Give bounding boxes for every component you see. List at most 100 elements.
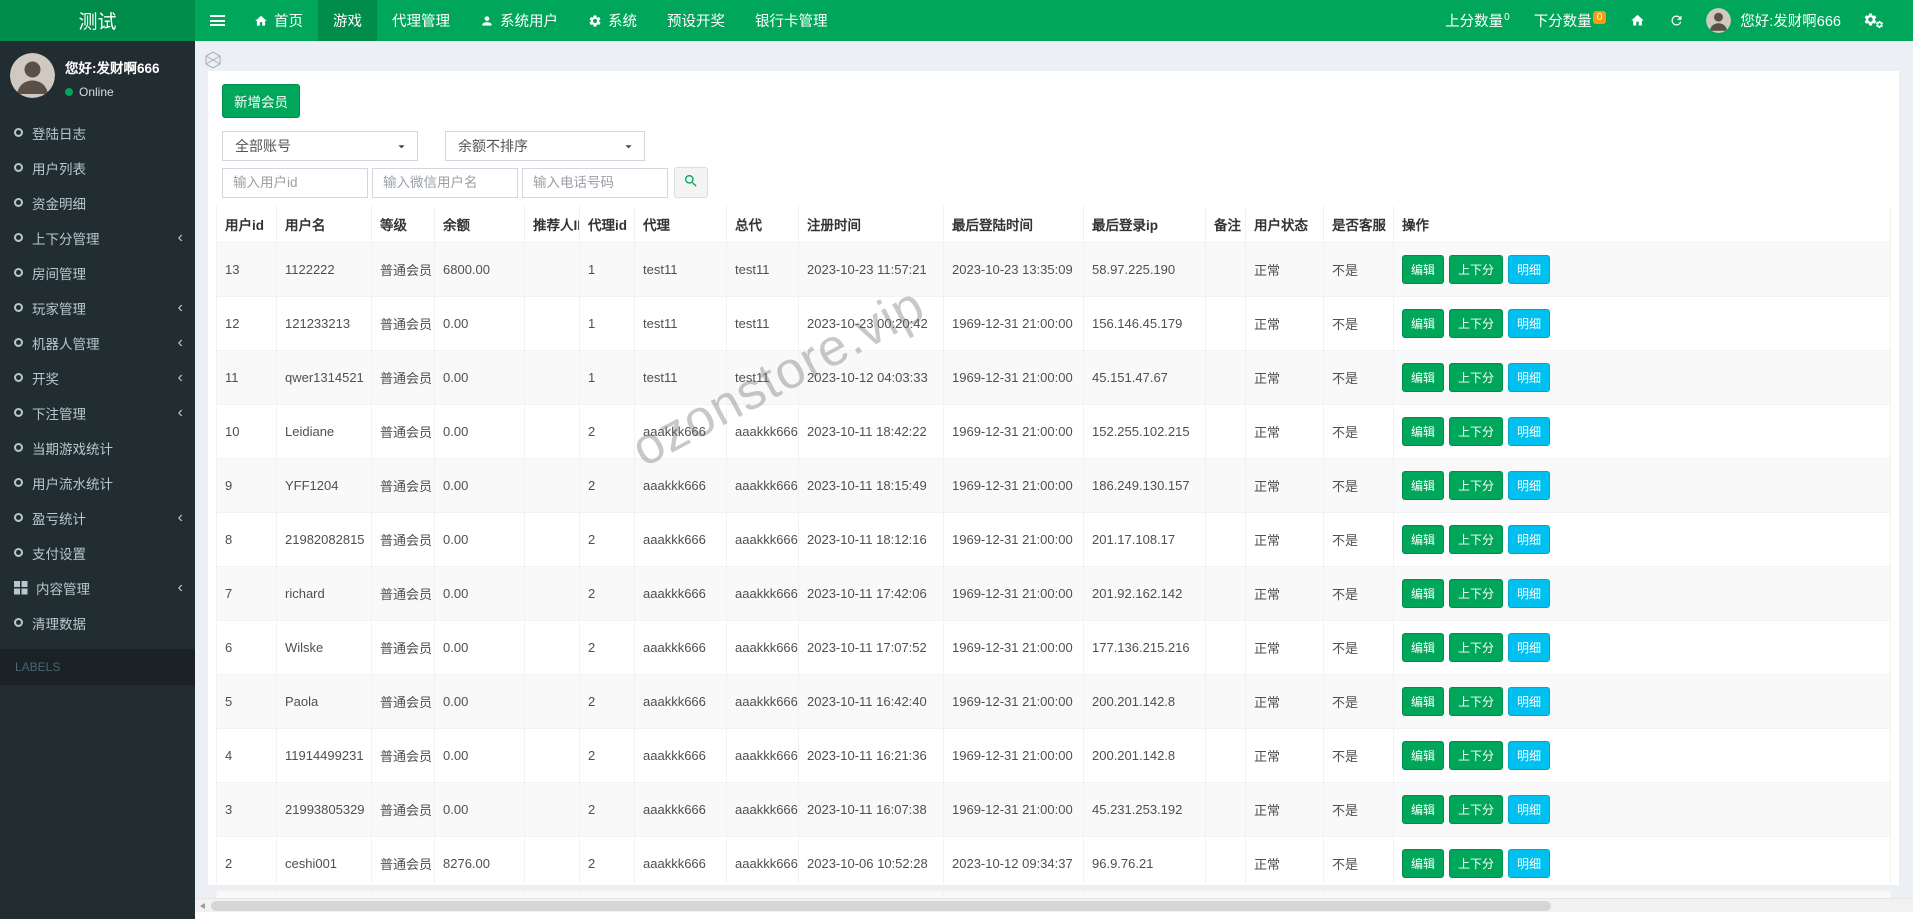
edit-button[interactable]: 编辑 <box>1402 255 1445 284</box>
sidebar-item-room-manage[interactable]: 房间管理 <box>0 255 195 290</box>
sidebar-item-label: 开奖 <box>32 371 59 387</box>
updown-button[interactable]: 上下分 <box>1449 417 1504 446</box>
content-area: 新增会员 全部账号 余额不排序 用户id用户名等级余额推荐人ID代理id代理总代… <box>195 41 1913 919</box>
nav-item-system-users[interactable]: 系统用户 <box>465 0 573 41</box>
settings-button[interactable]: >> <box>1852 12 1895 29</box>
detail-button[interactable]: 明细 <box>1508 795 1551 824</box>
edit-button[interactable]: 编辑 <box>1402 687 1445 716</box>
updown-button[interactable]: 上下分 <box>1449 309 1504 338</box>
sidebar-item-user-flow-stats[interactable]: 用户流水统计 <box>0 465 195 500</box>
cell-username: 121233213 <box>276 296 372 351</box>
circle-icon <box>14 408 23 417</box>
add-member-button[interactable]: 新增会员 <box>222 84 300 118</box>
current-user-menu[interactable]: 您好:发财啊666 <box>1697 8 1850 33</box>
account-filter-select[interactable]: 全部账号 <box>222 131 418 161</box>
nav-item-agent-manage[interactable]: 代理管理 <box>377 0 465 41</box>
updown-button[interactable]: 上下分 <box>1449 741 1504 770</box>
detail-button[interactable]: 明细 <box>1508 579 1551 608</box>
updown-button[interactable]: 上下分 <box>1449 255 1504 284</box>
search-row <box>222 167 1891 198</box>
sidebar-item-fund-detail[interactable]: 资金明细 <box>0 185 195 220</box>
search-button[interactable] <box>674 167 708 198</box>
updown-button[interactable]: 上下分 <box>1449 579 1504 608</box>
cell-reg-time: 2023-10-23 11:57:21 <box>798 242 944 297</box>
nav-item-system[interactable]: 系统 <box>573 0 652 41</box>
horizontal-scrollbar[interactable] <box>195 898 1913 912</box>
cell-last-login: 2023-10-23 13:35:09 <box>943 242 1084 297</box>
detail-button[interactable]: 明细 <box>1508 633 1551 662</box>
cell-level: 普通会员 <box>371 242 435 297</box>
cell-balance: 0.00 <box>434 350 525 405</box>
detail-button[interactable]: 明细 <box>1508 525 1551 554</box>
edit-button[interactable]: 编辑 <box>1402 471 1445 500</box>
edit-button[interactable]: 编辑 <box>1402 633 1445 662</box>
edit-button[interactable]: 编辑 <box>1402 579 1445 608</box>
detail-button[interactable]: 明细 <box>1508 849 1551 878</box>
cell-last-ip: 177.136.215.216 <box>1083 620 1206 675</box>
cell-note <box>1205 242 1246 297</box>
sidebar-item-player-manage[interactable]: 玩家管理 ‹ <box>0 290 195 325</box>
cell-status: 正常 <box>1245 296 1324 351</box>
edit-button[interactable]: 编辑 <box>1402 363 1445 392</box>
detail-button[interactable]: 明细 <box>1508 363 1551 392</box>
edit-button[interactable]: 编辑 <box>1402 309 1445 338</box>
sidebar-item-updown-manage[interactable]: 上下分管理 ‹ <box>0 220 195 255</box>
wechat-name-input[interactable] <box>372 167 518 198</box>
cell-agent-id: 2 <box>579 728 635 783</box>
updown-button[interactable]: 上下分 <box>1449 471 1504 500</box>
updown-button[interactable]: 上下分 <box>1449 849 1504 878</box>
balance-sort-select[interactable]: 余额不排序 <box>445 131 645 161</box>
cell-last-login: 1969-12-31 21:00:00 <box>943 728 1084 783</box>
sidebar-item-current-game-stats[interactable]: 当期游戏统计 <box>0 430 195 465</box>
scrollbar-thumb[interactable] <box>211 901 1552 911</box>
table-row: 7 richard 普通会员 0.00 2 aaakkk666 aaakkk666 2023-… <box>216 566 1891 621</box>
column-header: 用户名 <box>276 206 372 243</box>
nav-item-games[interactable]: 游戏 <box>318 0 377 41</box>
detail-button[interactable]: 明细 <box>1508 687 1551 716</box>
nav-item-preset-lottery[interactable]: 预设开奖 <box>652 0 740 41</box>
updown-button[interactable]: 上下分 <box>1449 525 1504 554</box>
phone-input[interactable] <box>522 167 668 198</box>
column-header: 推荐人ID <box>524 206 580 243</box>
column-header: 等级 <box>371 206 435 243</box>
sidebar-item-login-log[interactable]: 登陆日志 <box>0 115 195 150</box>
edit-button[interactable]: 编辑 <box>1402 795 1445 824</box>
sidebar-item-payment-settings[interactable]: 支付设置 <box>0 535 195 570</box>
edit-button[interactable]: 编辑 <box>1402 525 1445 554</box>
edit-button[interactable]: 编辑 <box>1402 849 1445 878</box>
cell-note <box>1205 350 1246 405</box>
up-score-link[interactable]: 上分数量0 <box>1434 10 1521 31</box>
nav-item-home[interactable]: 首页 <box>239 0 318 41</box>
cell-is-cs: 不是 <box>1323 458 1394 513</box>
detail-button[interactable]: 明细 <box>1508 741 1551 770</box>
updown-button[interactable]: 上下分 <box>1449 363 1504 392</box>
sidebar-item-content-manage[interactable]: 内容管理 ‹ <box>0 570 195 605</box>
sidebar-item-user-list[interactable]: 用户列表 <box>0 150 195 185</box>
detail-button[interactable]: 明细 <box>1508 255 1551 284</box>
online-status-link[interactable]: Online <box>65 85 160 99</box>
user-id-input[interactable] <box>222 167 368 198</box>
down-score-link[interactable]: 下分数量 0 <box>1523 10 1618 31</box>
sidebar-item-clean-data[interactable]: 清理数据 <box>0 605 195 640</box>
home-button[interactable] <box>1619 13 1656 28</box>
refresh-button[interactable] <box>1658 13 1695 28</box>
navbar-right: 上分数量0 下分数量0 您好:发财啊666 >> <box>1434 0 1913 41</box>
detail-button[interactable]: 明细 <box>1508 471 1551 500</box>
sidebar-toggle-button[interactable] <box>195 0 239 41</box>
cell-agent: test11 <box>634 296 727 351</box>
detail-button[interactable]: 明细 <box>1508 309 1551 338</box>
detail-button[interactable]: 明细 <box>1508 417 1551 446</box>
edit-button[interactable]: 编辑 <box>1402 741 1445 770</box>
sidebar-item-lottery[interactable]: 开奖 ‹ <box>0 360 195 395</box>
cell-last-ip: 201.17.108.17 <box>1083 512 1206 567</box>
updown-button[interactable]: 上下分 <box>1449 795 1504 824</box>
nav-item-bank-card-manage[interactable]: 银行卡管理 <box>740 0 843 41</box>
sidebar-item-bet-manage[interactable]: 下注管理 ‹ <box>0 395 195 430</box>
updown-button[interactable]: 上下分 <box>1449 687 1504 716</box>
updown-button[interactable]: 上下分 <box>1449 633 1504 662</box>
sidebar-item-profit-stats[interactable]: 盈亏统计 ‹ <box>0 500 195 535</box>
brand-logo[interactable]: 测试 <box>0 0 195 41</box>
cell-agent-id: 1 <box>579 296 635 351</box>
edit-button[interactable]: 编辑 <box>1402 417 1445 446</box>
sidebar-item-robot-manage[interactable]: 机器人管理 ‹ <box>0 325 195 360</box>
